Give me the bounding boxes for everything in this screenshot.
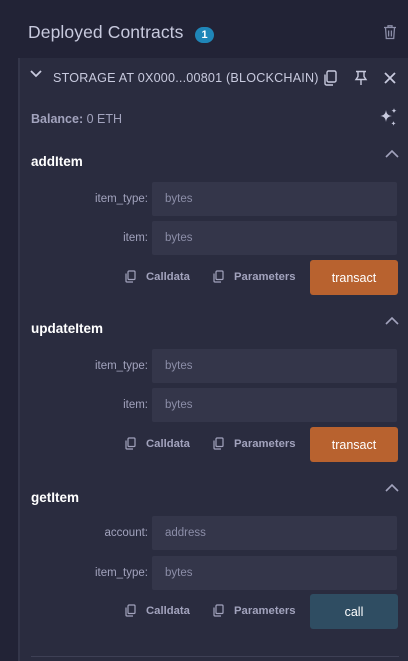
chevron-up-icon[interactable]	[385, 149, 399, 158]
getitem-call-button[interactable]: call	[310, 594, 398, 629]
getitem-item-type-input[interactable]	[152, 556, 397, 590]
close-icon[interactable]	[383, 71, 397, 85]
contract-name[interactable]: STORAGE AT 0X000...00801 (BLOCKCHAIN)	[53, 71, 319, 85]
additem-item-type-input[interactable]	[152, 182, 397, 216]
chevron-down-icon[interactable]	[30, 69, 42, 79]
balance-value: 0 ETH	[86, 112, 123, 126]
parameters-button[interactable]: Parameters	[234, 438, 296, 450]
param-label: item_type:	[94, 360, 148, 372]
chevron-up-icon[interactable]	[385, 316, 399, 325]
copy-icon[interactable]	[322, 70, 338, 86]
copy-icon[interactable]	[212, 604, 224, 617]
calldata-button[interactable]: Calldata	[146, 438, 190, 450]
function-name-additem: addItem	[31, 154, 83, 169]
param-label: item_type:	[94, 193, 148, 205]
copy-icon[interactable]	[124, 437, 136, 450]
updateitem-transact-button[interactable]: transact	[310, 427, 398, 462]
function-name-updateitem: updateItem	[31, 321, 104, 336]
deployed-contracts-panel: Deployed Contracts 1 STORAGE AT 0X000...…	[0, 0, 408, 661]
trash-icon[interactable]	[383, 24, 397, 40]
function-name-getitem: getItem	[31, 490, 80, 505]
updateitem-item-type-input[interactable]	[152, 349, 397, 383]
card-left-border	[18, 58, 20, 661]
getitem-account-input[interactable]	[152, 516, 397, 550]
sparkle-icon[interactable]	[377, 107, 399, 129]
calldata-button[interactable]: Calldata	[146, 271, 190, 283]
calldata-button[interactable]: Calldata	[146, 605, 190, 617]
copy-icon[interactable]	[124, 604, 136, 617]
panel-title: Deployed Contracts	[28, 22, 184, 42]
contract-count-badge: 1	[195, 27, 214, 43]
copy-icon[interactable]	[124, 270, 136, 283]
panel-header: Deployed Contracts 1	[0, 0, 408, 66]
copy-icon[interactable]	[212, 437, 224, 450]
param-label: item:	[123, 399, 148, 411]
pin-icon[interactable]	[353, 70, 369, 86]
divider	[31, 656, 399, 657]
additem-item-input[interactable]	[152, 221, 397, 255]
parameters-button[interactable]: Parameters	[234, 271, 296, 283]
copy-icon[interactable]	[212, 270, 224, 283]
param-label: item_type:	[94, 567, 148, 579]
param-label: account:	[104, 527, 148, 539]
balance: Balance: 0 ETH	[31, 112, 122, 126]
param-label: item:	[123, 232, 148, 244]
parameters-button[interactable]: Parameters	[234, 605, 296, 617]
additem-transact-button[interactable]: transact	[310, 260, 398, 295]
balance-label: Balance:	[31, 112, 84, 126]
chevron-up-icon[interactable]	[385, 483, 399, 492]
updateitem-item-input[interactable]	[152, 388, 397, 422]
